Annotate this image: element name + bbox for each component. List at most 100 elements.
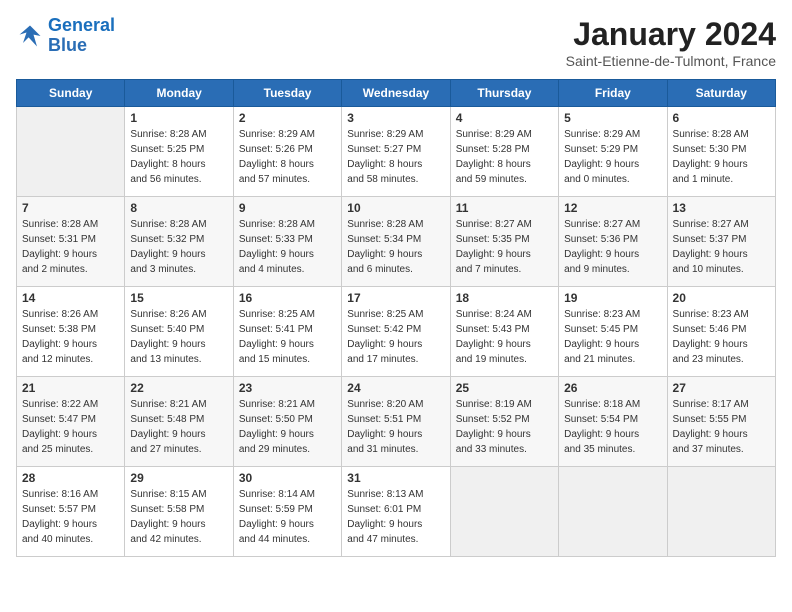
daylight-line2: and 42 minutes. xyxy=(130,534,201,545)
day-number: 18 xyxy=(456,291,553,305)
day-number: 26 xyxy=(564,381,661,395)
sunset-line: Sunset: 5:42 PM xyxy=(347,324,421,335)
day-number: 21 xyxy=(22,381,119,395)
calendar-cell: 12Sunrise: 8:27 AMSunset: 5:36 PMDayligh… xyxy=(559,197,667,287)
daylight-line1: Daylight: 9 hours xyxy=(239,249,314,260)
logo-icon xyxy=(16,22,44,50)
day-info: Sunrise: 8:25 AMSunset: 5:41 PMDaylight:… xyxy=(239,307,336,367)
day-info: Sunrise: 8:29 AMSunset: 5:29 PMDaylight:… xyxy=(564,127,661,187)
day-number: 15 xyxy=(130,291,227,305)
daylight-line2: and 7 minutes. xyxy=(456,264,522,275)
calendar-cell: 22Sunrise: 8:21 AMSunset: 5:48 PMDayligh… xyxy=(125,377,233,467)
sunset-line: Sunset: 5:55 PM xyxy=(673,414,747,425)
daylight-line2: and 12 minutes. xyxy=(22,354,93,365)
sunset-line: Sunset: 5:45 PM xyxy=(564,324,638,335)
calendar-cell: 14Sunrise: 8:26 AMSunset: 5:38 PMDayligh… xyxy=(17,287,125,377)
daylight-line2: and 0 minutes. xyxy=(564,174,630,185)
day-header-monday: Monday xyxy=(125,80,233,107)
day-info: Sunrise: 8:28 AMSunset: 5:31 PMDaylight:… xyxy=(22,217,119,277)
day-number: 8 xyxy=(130,201,227,215)
week-row-2: 7Sunrise: 8:28 AMSunset: 5:31 PMDaylight… xyxy=(17,197,776,287)
day-info: Sunrise: 8:28 AMSunset: 5:33 PMDaylight:… xyxy=(239,217,336,277)
sunrise-line: Sunrise: 8:21 AM xyxy=(239,399,315,410)
day-info: Sunrise: 8:14 AMSunset: 5:59 PMDaylight:… xyxy=(239,487,336,547)
sunrise-line: Sunrise: 8:25 AM xyxy=(239,309,315,320)
day-info: Sunrise: 8:28 AMSunset: 5:25 PMDaylight:… xyxy=(130,127,227,187)
daylight-line1: Daylight: 9 hours xyxy=(239,519,314,530)
sunrise-line: Sunrise: 8:23 AM xyxy=(564,309,640,320)
sunset-line: Sunset: 5:33 PM xyxy=(239,234,313,245)
sunset-line: Sunset: 5:34 PM xyxy=(347,234,421,245)
daylight-line1: Daylight: 9 hours xyxy=(22,519,97,530)
sunset-line: Sunset: 5:28 PM xyxy=(456,144,530,155)
daylight-line2: and 31 minutes. xyxy=(347,444,418,455)
calendar-cell: 13Sunrise: 8:27 AMSunset: 5:37 PMDayligh… xyxy=(667,197,775,287)
daylight-line1: Daylight: 9 hours xyxy=(564,159,639,170)
day-number: 2 xyxy=(239,111,336,125)
week-row-1: 1Sunrise: 8:28 AMSunset: 5:25 PMDaylight… xyxy=(17,107,776,197)
daylight-line1: Daylight: 8 hours xyxy=(130,159,205,170)
day-info: Sunrise: 8:20 AMSunset: 5:51 PMDaylight:… xyxy=(347,397,444,457)
calendar-table: SundayMondayTuesdayWednesdayThursdayFrid… xyxy=(16,79,776,557)
day-info: Sunrise: 8:22 AMSunset: 5:47 PMDaylight:… xyxy=(22,397,119,457)
daylight-line2: and 58 minutes. xyxy=(347,174,418,185)
page-header: General Blue January 2024 Saint-Etienne-… xyxy=(16,16,776,69)
day-number: 20 xyxy=(673,291,770,305)
day-info: Sunrise: 8:21 AMSunset: 5:50 PMDaylight:… xyxy=(239,397,336,457)
sunrise-line: Sunrise: 8:26 AM xyxy=(130,309,206,320)
sunrise-line: Sunrise: 8:28 AM xyxy=(673,129,749,140)
day-number: 31 xyxy=(347,471,444,485)
sunset-line: Sunset: 6:01 PM xyxy=(347,504,421,515)
sunrise-line: Sunrise: 8:17 AM xyxy=(673,399,749,410)
daylight-line2: and 3 minutes. xyxy=(130,264,196,275)
daylight-line2: and 17 minutes. xyxy=(347,354,418,365)
day-info: Sunrise: 8:28 AMSunset: 5:34 PMDaylight:… xyxy=(347,217,444,277)
sunrise-line: Sunrise: 8:26 AM xyxy=(22,309,98,320)
sunset-line: Sunset: 5:46 PM xyxy=(673,324,747,335)
day-header-friday: Friday xyxy=(559,80,667,107)
day-info: Sunrise: 8:26 AMSunset: 5:40 PMDaylight:… xyxy=(130,307,227,367)
sunrise-line: Sunrise: 8:27 AM xyxy=(673,219,749,230)
week-row-5: 28Sunrise: 8:16 AMSunset: 5:57 PMDayligh… xyxy=(17,467,776,557)
calendar-cell: 7Sunrise: 8:28 AMSunset: 5:31 PMDaylight… xyxy=(17,197,125,287)
calendar-cell: 11Sunrise: 8:27 AMSunset: 5:35 PMDayligh… xyxy=(450,197,558,287)
daylight-line2: and 57 minutes. xyxy=(239,174,310,185)
day-number: 3 xyxy=(347,111,444,125)
logo-blue: Blue xyxy=(48,35,87,55)
daylight-line1: Daylight: 9 hours xyxy=(22,339,97,350)
calendar-cell: 21 Sunrise: 8:22 AMSunset: 5:47 PMDayligh… xyxy=(17,377,125,467)
daylight-line1: Daylight: 9 hours xyxy=(564,339,639,350)
daylight-line2: and 23 minutes. xyxy=(673,354,744,365)
calendar-cell: 4Sunrise: 8:29 AMSunset: 5:28 PMDaylight… xyxy=(450,107,558,197)
day-info: Sunrise: 8:29 AMSunset: 5:28 PMDaylight:… xyxy=(456,127,553,187)
sunrise-line: Sunrise: 8:24 AM xyxy=(456,309,532,320)
day-number: 11 xyxy=(456,201,553,215)
day-info: Sunrise: 8:29 AMSunset: 5:27 PMDaylight:… xyxy=(347,127,444,187)
daylight-line2: and 15 minutes. xyxy=(239,354,310,365)
calendar-cell: 1Sunrise: 8:28 AMSunset: 5:25 PMDaylight… xyxy=(125,107,233,197)
sunset-line: Sunset: 5:37 PM xyxy=(673,234,747,245)
calendar-cell: 3 Sunrise: 8:29 AMSunset: 5:27 PMDaylight… xyxy=(342,107,450,197)
sunrise-line: Sunrise: 8:28 AM xyxy=(130,129,206,140)
sunset-line: Sunset: 5:59 PM xyxy=(239,504,313,515)
day-info: Sunrise: 8:27 AMSunset: 5:37 PMDaylight:… xyxy=(673,217,770,277)
daylight-line1: Daylight: 9 hours xyxy=(347,519,422,530)
sunset-line: Sunset: 5:58 PM xyxy=(130,504,204,515)
sunset-line: Sunset: 5:26 PM xyxy=(239,144,313,155)
daylight-line1: Daylight: 9 hours xyxy=(564,429,639,440)
logo: General Blue xyxy=(16,16,115,56)
calendar-cell: 26Sunrise: 8:18 AMSunset: 5:54 PMDayligh… xyxy=(559,377,667,467)
calendar-cell: 29Sunrise: 8:15 AMSunset: 5:58 PMDayligh… xyxy=(125,467,233,557)
day-number: 16 xyxy=(239,291,336,305)
day-number: 6 xyxy=(673,111,770,125)
day-info: Sunrise: 8:25 AMSunset: 5:42 PMDaylight:… xyxy=(347,307,444,367)
calendar-cell: 30Sunrise: 8:14 AMSunset: 5:59 PMDayligh… xyxy=(233,467,341,557)
daylight-line2: and 27 minutes. xyxy=(130,444,201,455)
sunrise-line: Sunrise: 8:29 AM xyxy=(456,129,532,140)
sunrise-line: Sunrise: 8:15 AM xyxy=(130,489,206,500)
week-row-4: 21 Sunrise: 8:22 AMSunset: 5:47 PMDayligh… xyxy=(17,377,776,467)
daylight-line1: Daylight: 9 hours xyxy=(239,429,314,440)
sunrise-line: Sunrise: 8:16 AM xyxy=(22,489,98,500)
sunrise-line: Sunrise: 8:29 AM xyxy=(564,129,640,140)
calendar-cell: 9Sunrise: 8:28 AMSunset: 5:33 PMDaylight… xyxy=(233,197,341,287)
